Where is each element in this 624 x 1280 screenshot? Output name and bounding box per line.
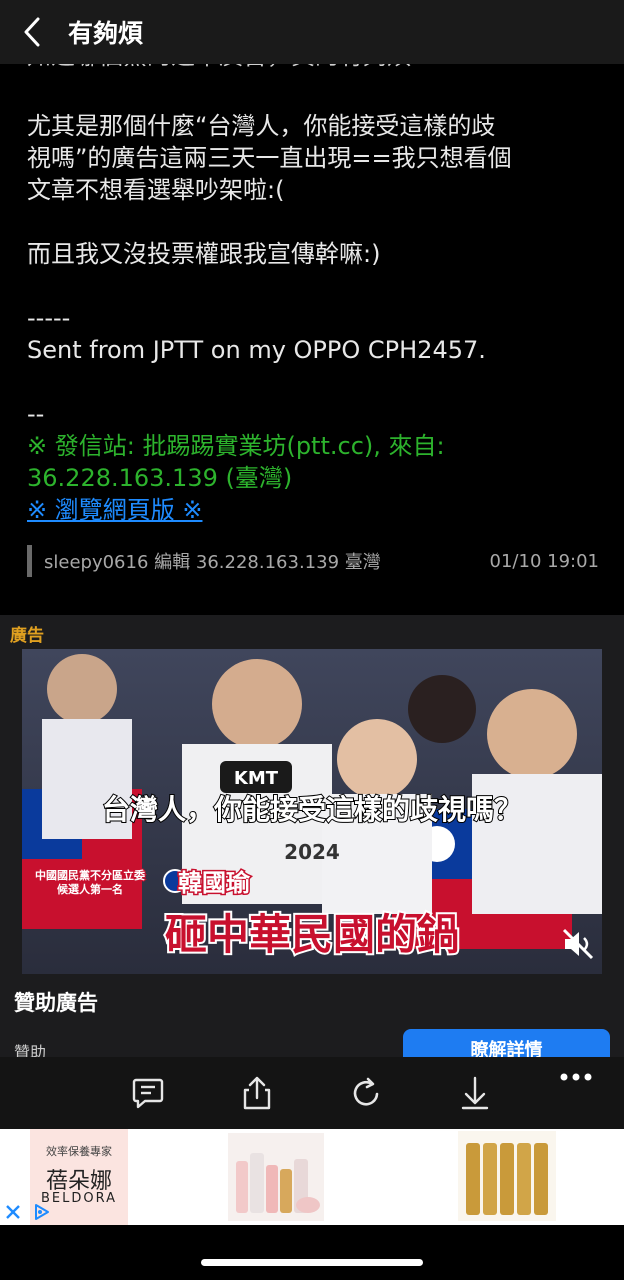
article-text-line: 視嗎”的廣告這兩三天一直出現==我只想看個 [27, 144, 512, 172]
sponsored-ad[interactable]: 廣告 KMT 台灣人，你能接受這樣的歧視嗎？ 中國國民黨不分區立委 候選人第一名… [0, 615, 624, 1073]
bottom-toolbar [0, 1057, 624, 1129]
home-indicator[interactable] [201, 1259, 423, 1266]
video-caption: 台灣人，你能接受這樣的歧視嗎？ [102, 793, 522, 826]
video-subtext: 候選人第一名 [57, 882, 123, 896]
product-image [458, 1131, 556, 1221]
origin-ip: 36.228.163.139 (臺灣) [27, 464, 293, 492]
article-body: 尤其是那個什麼“台灣人，你能接受這樣的歧 視嗎”的廣告這兩三天一直出現==我只想… [27, 110, 607, 526]
candidate-name: 韓國瑜 [178, 869, 251, 897]
back-button[interactable] [6, 0, 58, 64]
chevron-left-icon [24, 17, 40, 47]
signature-text: Sent from JPTT on my OPPO CPH2457. [27, 336, 486, 364]
origin-line: ※ 發信站: 批踢踢實業坊(ptt.cc), 來自: [27, 432, 445, 460]
adchoices-icon[interactable] [32, 1202, 52, 1222]
more-icon[interactable] [558, 1059, 594, 1095]
ad-video[interactable]: KMT 台灣人，你能接受這樣的歧視嗎？ 中國國民黨不分區立委 候選人第一名 韓國… [22, 649, 602, 974]
download-icon[interactable] [457, 1075, 493, 1111]
edit-info: sleepy0616 編輯 36.228.163.139 臺灣 [44, 552, 381, 573]
page-title: 有夠煩 [68, 19, 144, 48]
top-nav-bar: 有夠煩 [0, 0, 624, 64]
kmt-badge: KMT [234, 768, 279, 789]
ad-label: 廣告 [10, 626, 44, 646]
shirt-number: 2024 [284, 840, 340, 864]
article-text-line: 而且我又沒投票權跟我宣傳幹嘛:) [27, 240, 381, 268]
close-icon[interactable] [4, 1203, 22, 1221]
product-image [228, 1133, 324, 1221]
web-version-link[interactable]: ※ 瀏覽網頁版 ※ [27, 494, 607, 526]
video-subtext: 中國國民黨不分區立委 [35, 868, 146, 882]
edit-time: 01/10 19:01 [489, 550, 599, 572]
sponsor-title: 贊助廣告 [14, 991, 98, 1015]
video-frame: KMT 台灣人，你能接受這樣的歧視嗎？ 中國國民黨不分區立委 候選人第一名 韓國… [22, 649, 602, 974]
article-text-line: 文章不想看選舉吵架啦:( [27, 176, 285, 204]
comment-icon[interactable] [130, 1075, 166, 1111]
banner-ad[interactable]: 效率保養專家 蓓朵娜 BELDORA [0, 1129, 624, 1225]
speaker-muted-icon[interactable] [560, 926, 596, 962]
article-text-line: 尤其是那個什麼“台灣人，你能接受這樣的歧 [27, 112, 496, 140]
edit-record: sleepy0616 編輯 36.228.163.139 臺灣 01/10 19… [27, 545, 599, 577]
share-icon[interactable] [239, 1075, 275, 1111]
footer-divider: -- [27, 400, 45, 428]
refresh-icon[interactable] [348, 1075, 384, 1111]
signature-divider: ----- [27, 304, 71, 332]
video-headline: 砸中華民國的鍋 [165, 910, 459, 959]
